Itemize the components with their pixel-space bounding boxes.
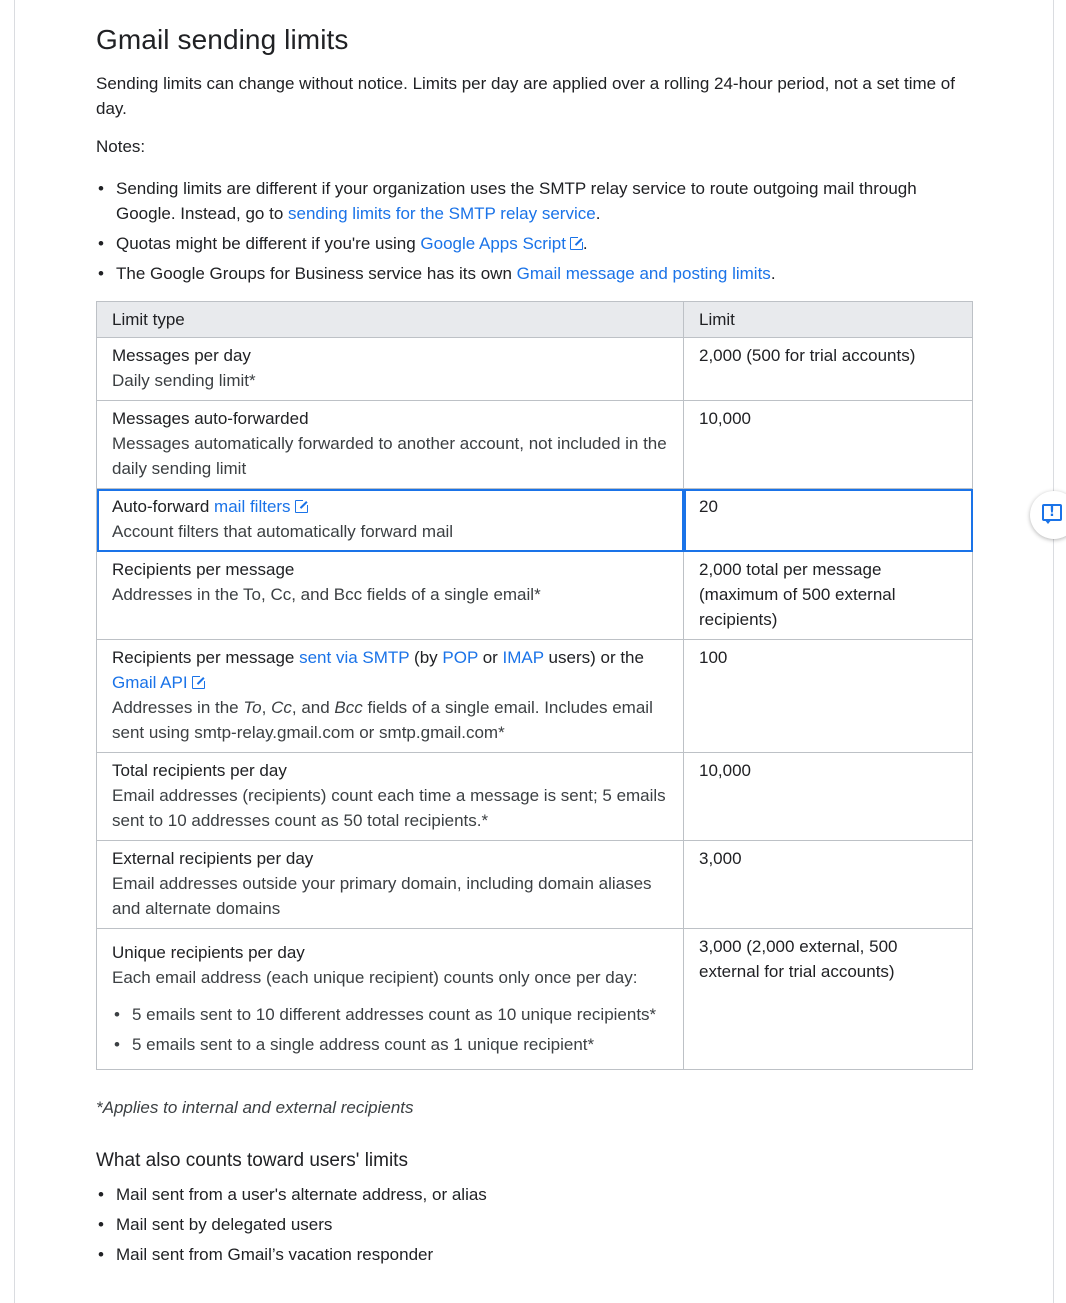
limit-title: Messages per day — [112, 346, 251, 365]
limit-description: Daily sending limit* — [112, 371, 256, 390]
note-item: Sending limits are different if your org… — [96, 176, 976, 226]
limit-title: Total recipients per day — [112, 761, 287, 780]
table-row: Unique recipients per day Each email add… — [96, 928, 973, 1070]
also-counts-list: Mail sent from a user's alternate addres… — [96, 1182, 487, 1272]
header-limit-type: Limit type — [96, 301, 684, 338]
page-title: Gmail sending limits — [96, 24, 349, 55]
limit-type-cell: External recipients per day Email address… — [96, 840, 684, 929]
list-item: 5 emails sent to a single address count … — [112, 1032, 668, 1057]
limit-value: 10,000 — [683, 752, 973, 841]
table-header-row: Limit type Limit — [96, 301, 973, 338]
table-row: Total recipients per day Email addresses … — [96, 752, 973, 841]
limit-description: Addresses in the To, Cc, and Bcc fields … — [112, 698, 653, 742]
limit-type-cell: Auto-forward mail filters Account filters… — [96, 488, 684, 552]
section-heading: What also counts toward users' limits — [96, 1150, 408, 1171]
limit-value: 20 — [683, 488, 973, 552]
limit-type-cell: Messages per day Daily sending limit* — [96, 337, 684, 401]
limit-type-cell: Unique recipients per day Each email add… — [96, 928, 684, 1070]
list-item: Mail sent by delegated users — [96, 1212, 487, 1237]
limit-title: Unique recipients per day — [112, 943, 305, 962]
limit-value: 10,000 — [683, 400, 973, 489]
limit-value: 3,000 (2,000 external, 500 external for … — [683, 928, 973, 1070]
limit-value: 100 — [683, 639, 973, 753]
limit-description: Each email address (each unique recipien… — [112, 968, 638, 987]
limit-value: 2,000 (500 for trial accounts) — [683, 337, 973, 401]
limit-type-cell: Total recipients per day Email addresses … — [96, 752, 684, 841]
gmail-api-link[interactable]: Gmail API — [112, 673, 206, 692]
limit-title: Recipients per message sent via SMTP (by… — [112, 648, 644, 692]
limit-type-cell: Recipients per message Addresses in the T… — [96, 551, 684, 640]
limit-title: External recipients per day — [112, 849, 314, 868]
limit-type-cell: Recipients per message sent via SMTP (by… — [96, 639, 684, 753]
intro-text: Sending limits can change without notice… — [96, 74, 955, 118]
google-apps-script-link[interactable]: Google Apps Script — [420, 234, 584, 253]
limit-value: 2,000 total per message (maximum of 500 … — [683, 551, 973, 640]
limits-table: Limit type Limit Messages per day Daily s… — [96, 301, 973, 1070]
groups-posting-limits-link[interactable]: Gmail message and posting limits — [517, 264, 771, 283]
imap-link[interactable]: IMAP — [503, 648, 544, 667]
list-item: Mail sent from a user's alternate addres… — [96, 1182, 487, 1207]
limit-value: 3,000 — [683, 840, 973, 929]
page-right-border — [1053, 0, 1054, 1303]
mail-filters-link[interactable]: mail filters — [214, 497, 309, 516]
note-item: The Google Groups for Business service h… — [96, 261, 976, 286]
smtp-relay-limits-link[interactable]: sending limits for the SMTP relay servic… — [288, 204, 596, 223]
limit-description: Addresses in the To, Cc, and Bcc fields … — [112, 585, 541, 604]
page-left-border — [14, 0, 15, 1303]
notes-label: Notes: — [96, 137, 146, 156]
external-link-icon — [191, 675, 206, 689]
limit-description: Messages automatically forwarded to anot… — [112, 434, 667, 478]
limit-title: Messages auto-forwarded — [112, 409, 309, 428]
limit-description: Account filters that automatically forwa… — [112, 522, 454, 541]
list-item: 5 emails sent to 10 different addresses … — [112, 1002, 668, 1027]
pop-link[interactable]: POP — [442, 648, 478, 667]
table-row: Messages auto-forwarded Messages automati… — [96, 400, 973, 489]
table-row: External recipients per day Email address… — [96, 840, 973, 929]
header-limit: Limit — [683, 301, 973, 338]
table-row: Recipients per message Addresses in the T… — [96, 551, 973, 640]
list-item: Mail sent from Gmail’s vacation responde… — [96, 1242, 487, 1267]
sent-via-smtp-link[interactable]: sent via SMTP — [299, 648, 409, 667]
external-link-icon — [294, 499, 309, 513]
limit-title: Auto-forward mail filters — [112, 494, 668, 519]
table-footnote: *Applies to internal and external recipi… — [96, 1098, 414, 1117]
table-row: Messages per day Daily sending limit* 2,0… — [96, 337, 973, 401]
table-row: Recipients per message sent via SMTP (by… — [96, 639, 973, 753]
notes-list: Sending limits are different if your org… — [96, 176, 976, 291]
limit-description: Email addresses outside your primary dom… — [112, 874, 652, 918]
feedback-button[interactable]: ! — [1030, 491, 1066, 539]
table-row-highlighted: Auto-forward mail filters Account filters… — [96, 488, 973, 552]
note-item: Quotas might be different if you're usin… — [96, 231, 976, 256]
external-link-icon — [569, 236, 584, 250]
unique-recipient-examples: 5 emails sent to 10 different addresses … — [112, 1002, 668, 1057]
limit-type-cell: Messages auto-forwarded Messages automati… — [96, 400, 684, 489]
limit-title: Recipients per message — [112, 560, 295, 579]
limit-description: Email addresses (recipients) count each … — [112, 786, 666, 830]
